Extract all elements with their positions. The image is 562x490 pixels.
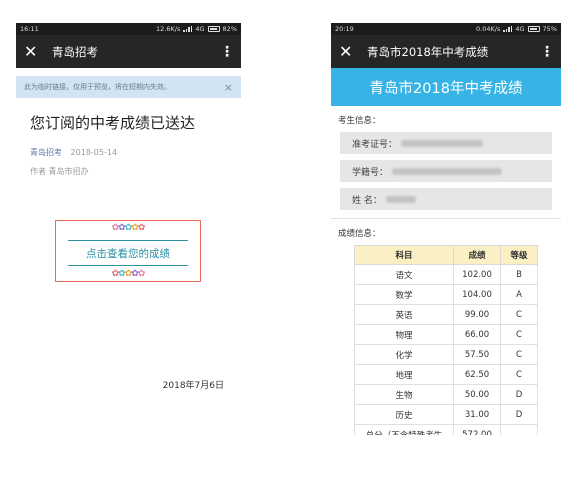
right-phone-screen: 20:19 0.04K/s 4G 75% ✕ 青岛市2018年中考成绩 ⋮ 青岛… <box>331 23 561 435</box>
footer-date: 2018年7月6日 <box>162 381 224 391</box>
status-speed: 0.04K/s <box>476 25 501 33</box>
score-cell: 99.00 <box>453 304 501 325</box>
view-score-link[interactable]: 点击查看您的成绩 <box>56 246 200 261</box>
view-score-card[interactable]: ✿✿✿✿✿ 点击查看您的成绩 ✿✿✿✿✿ <box>55 220 201 282</box>
nav-title: 青岛市2018年中考成绩 <box>367 44 489 59</box>
name-field: 姓 名： <box>340 188 552 210</box>
status-time: 16:11 <box>20 25 39 33</box>
grade-cell: C <box>500 344 538 365</box>
status-speed: 12.6K/s <box>156 25 181 33</box>
grade-cell: B <box>500 264 538 285</box>
battery-icon <box>207 26 220 32</box>
article-meta: 青岛招考 2018-05-14 <box>30 147 241 158</box>
table-row: 数学 104.00 A <box>354 284 538 305</box>
table-row: 地理 62.50 C <box>354 364 538 385</box>
score-info-heading: 成绩信息： <box>338 229 381 239</box>
column-header-subject: 科目 <box>354 245 454 265</box>
nav-title: 青岛招考 <box>52 44 98 59</box>
close-icon[interactable]: ✕ <box>339 42 361 61</box>
flower-decoration: ✿✿✿✿✿ <box>111 223 146 233</box>
subject-cell: 英语 <box>354 304 454 325</box>
grade-cell: C <box>500 304 538 325</box>
status-battery: 82% <box>222 25 237 33</box>
score-cell: 572.00 <box>453 424 501 435</box>
table-row: 英语 99.00 C <box>354 304 538 325</box>
status-network: 4G <box>515 25 525 33</box>
subject-cell: 语文 <box>354 264 454 285</box>
score-cell: 50.00 <box>453 384 501 405</box>
status-time: 20:19 <box>335 25 354 33</box>
subject-cell: 地理 <box>354 364 454 385</box>
subject-cell: 物理 <box>354 324 454 345</box>
nav-bar: ✕ 青岛市2018年中考成绩 ⋮ <box>331 35 561 68</box>
nav-bar: ✕ 青岛招考 ⋮ <box>16 35 241 68</box>
table-row: 生物 50.00 D <box>354 384 538 405</box>
page-banner: 青岛市2018年中考成绩 <box>331 68 561 106</box>
status-network: 4G <box>195 25 205 33</box>
exam-number-label: 准考证号： <box>352 139 398 150</box>
redacted-value <box>385 195 416 203</box>
score-cell: 62.50 <box>453 364 501 385</box>
score-table: 科目 成绩 等级 语文 102.00 B 数学 104.00 A 英语 99.00 C 物理… <box>354 245 538 435</box>
redacted-value <box>392 167 503 175</box>
divider-line <box>68 265 188 266</box>
account-link[interactable]: 青岛招考 <box>30 148 62 157</box>
grade-cell <box>500 424 538 435</box>
signal-icon <box>503 26 513 32</box>
score-cell: 102.00 <box>453 264 501 285</box>
notice-close-icon[interactable]: × <box>224 81 233 94</box>
notice-text: 此为临时链接，仅用于预览，将在短期内失效。 <box>24 83 171 91</box>
section-divider <box>331 218 561 219</box>
subject-cell: 生物 <box>354 384 454 405</box>
score-cell: 31.00 <box>453 404 501 425</box>
subject-cell: 总分（不含特殊考生 <box>354 424 454 435</box>
subject-cell: 化学 <box>354 344 454 365</box>
divider-line <box>68 240 188 241</box>
exam-number-field: 准考证号： <box>340 132 552 154</box>
battery-icon <box>527 26 540 32</box>
grade-cell: C <box>500 324 538 345</box>
table-row: 语文 102.00 B <box>354 264 538 285</box>
more-icon[interactable]: ⋮ <box>220 44 234 60</box>
article-date: 2018-05-14 <box>70 148 118 157</box>
table-row: 化学 57.50 C <box>354 344 538 365</box>
student-number-label: 学籍号： <box>352 167 389 178</box>
column-header-grade: 等级 <box>500 245 538 265</box>
signal-icon <box>183 26 193 32</box>
article-author: 作者 青岛市招办 <box>30 167 89 176</box>
grade-cell: A <box>500 284 538 305</box>
grade-cell: C <box>500 364 538 385</box>
table-row: 总分（不含特殊考生572.00 <box>354 424 538 435</box>
subject-cell: 历史 <box>354 404 454 425</box>
subject-cell: 数学 <box>354 284 454 305</box>
grade-cell: D <box>500 404 538 425</box>
score-table-container[interactable]: 科目 成绩 等级 语文 102.00 B 数学 104.00 A 英语 99.00 C 物理… <box>331 239 561 435</box>
score-cell: 57.50 <box>453 344 501 365</box>
grade-cell: D <box>500 384 538 405</box>
redacted-value <box>401 139 484 147</box>
left-phone-screen: 16:11 12.6K/s 4G 82% ✕ 青岛招考 ⋮ 此为临时链接，仅用于… <box>16 23 241 403</box>
preview-notice: 此为临时链接，仅用于预览，将在短期内失效。 × <box>16 76 241 98</box>
status-bar: 16:11 12.6K/s 4G 82% <box>16 23 241 35</box>
table-row: 历史 31.00 D <box>354 404 538 425</box>
close-icon[interactable]: ✕ <box>24 42 46 61</box>
score-cell: 104.00 <box>453 284 501 305</box>
score-cell: 66.00 <box>453 324 501 345</box>
column-header-score: 成绩 <box>453 245 501 265</box>
flower-decoration: ✿✿✿✿✿ <box>111 269 146 279</box>
more-icon[interactable]: ⋮ <box>540 44 554 60</box>
article-title: 您订阅的中考成绩已送达 <box>30 114 196 132</box>
status-bar: 20:19 0.04K/s 4G 75% <box>331 23 561 35</box>
status-battery: 75% <box>542 25 557 33</box>
student-number-field: 学籍号： <box>340 160 552 182</box>
table-row: 物理 66.00 C <box>354 324 538 345</box>
name-label: 姓 名： <box>352 195 382 206</box>
student-info-heading: 考生信息： <box>338 116 381 126</box>
